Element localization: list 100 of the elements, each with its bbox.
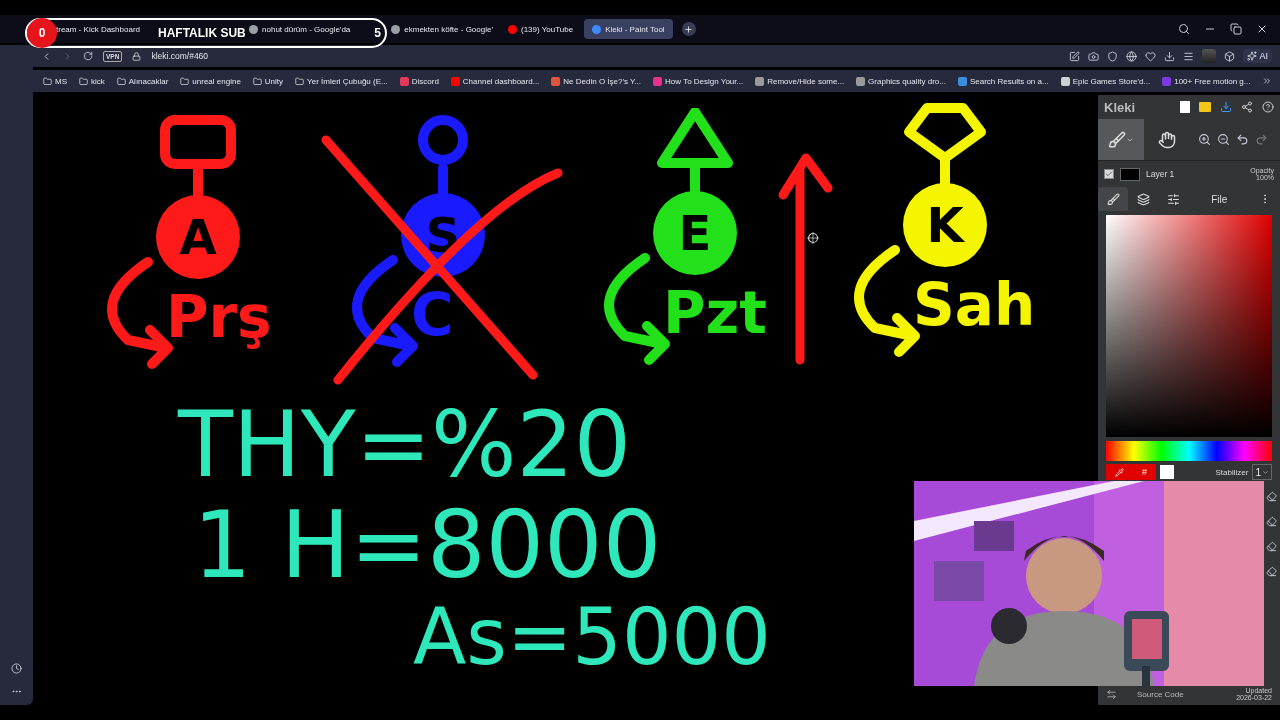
layer-visibility-checkbox[interactable] [1104, 169, 1114, 179]
browser-tab[interactable]: (139) YouTube [503, 19, 578, 39]
bookmark[interactable]: Ne Dedin O İşe?'s Y... [551, 76, 642, 86]
sparkle-icon [1247, 51, 1258, 61]
download-icon[interactable] [1164, 50, 1176, 62]
layers-icon [1137, 192, 1150, 206]
kleki-logo: Kleki [1104, 99, 1136, 115]
edit-icon[interactable] [1069, 50, 1081, 62]
swap-icon[interactable] [1106, 688, 1117, 700]
figure-letter: A [178, 208, 218, 266]
color-picker[interactable] [1106, 215, 1272, 437]
menu-icon[interactable] [1183, 50, 1195, 62]
bookmark[interactable]: How To Design Your... [653, 76, 744, 86]
secondary-color-swatch[interactable] [1160, 465, 1174, 479]
bookmark[interactable]: Discord [399, 76, 439, 86]
sliders-icon [1167, 192, 1181, 206]
figure-label: C [411, 280, 454, 350]
brush-icon [1106, 192, 1120, 206]
browser-tab[interactable]: nohut dürüm - Google'da [245, 19, 355, 39]
site-icon [1060, 76, 1070, 86]
layer-name[interactable]: Layer 1 [1146, 169, 1175, 179]
handwritten-note: 1 H=8000 [193, 500, 662, 592]
folder-icon [252, 76, 262, 86]
restore-icon[interactable] [1230, 23, 1242, 35]
site-icon [856, 76, 866, 86]
bookmark[interactable]: Graphics quality dro... [856, 76, 946, 86]
bookmark[interactable]: Search Results on a... [957, 76, 1049, 86]
tool-button[interactable] [1098, 119, 1144, 160]
eraser-icon[interactable] [1266, 516, 1277, 527]
handwritten-note: THY=%20 [178, 400, 632, 490]
url-field[interactable]: kleki.com/#460 [151, 51, 209, 61]
bookmark[interactable]: MS [43, 76, 67, 86]
search-icon[interactable] [1178, 23, 1190, 35]
eyedropper-icon [1115, 467, 1124, 477]
bookmark[interactable]: 100+ Free motion g... [1162, 76, 1251, 86]
stabilizer-label: Stabilizer [1215, 467, 1249, 477]
more-bookmarks-icon[interactable] [1262, 76, 1273, 86]
new-tab-button[interactable] [681, 22, 696, 36]
hand-icon [1158, 130, 1176, 149]
site-icon [1162, 76, 1172, 86]
overlay-title: HAFTALIK SUB [158, 26, 246, 40]
bookmark[interactable]: Epic Games Store'd... [1060, 76, 1151, 86]
camera-icon[interactable] [1088, 50, 1100, 62]
redo-icon[interactable] [1255, 133, 1268, 146]
undo-icon[interactable] [1236, 133, 1249, 146]
site-icon [755, 76, 765, 86]
help-icon[interactable] [1262, 101, 1274, 113]
primary-color-swatch[interactable]: # [1106, 464, 1156, 480]
clock-icon[interactable] [11, 663, 22, 674]
site-icon [957, 76, 967, 86]
stabilizer-select[interactable]: 1 [1252, 464, 1272, 480]
site-icon [551, 76, 561, 86]
plus-icon [684, 24, 694, 34]
site-icon [399, 76, 409, 86]
figure-letter: E [677, 204, 713, 262]
zoom-out-icon[interactable] [1217, 133, 1230, 146]
bookmark[interactable]: Yer İmleri Çubuğu (E... [295, 76, 388, 86]
share-icon[interactable] [1241, 101, 1253, 113]
layer-thumbnail [1120, 167, 1140, 181]
folder-icon [79, 76, 88, 86]
folder-icon [43, 76, 52, 86]
brush-cursor-icon [807, 232, 819, 244]
eraser-icon[interactable] [1266, 491, 1277, 502]
figure-label: Pzt [663, 278, 767, 348]
bookmark[interactable]: kick [79, 76, 105, 86]
browser-tab[interactable]: Kleki - Paint Tool [584, 19, 673, 39]
folder-icon [295, 76, 305, 86]
eraser-icon[interactable] [1266, 566, 1277, 577]
heart-icon[interactable] [1145, 50, 1157, 62]
cube-icon[interactable] [1224, 50, 1236, 62]
ai-button[interactable]: AI [1243, 49, 1272, 63]
color-spectrum[interactable] [1106, 441, 1272, 461]
source-code-link[interactable]: Source Code [1137, 689, 1184, 699]
handwritten-note: As=5000 [413, 598, 771, 676]
close-icon[interactable] [1256, 23, 1268, 35]
browser-tab[interactable]: ekmekten köfte - Google' [387, 19, 497, 39]
figure-label: Sah [913, 270, 1036, 340]
folder-icon [116, 76, 126, 86]
reload-icon[interactable] [83, 51, 93, 61]
site-icon [450, 76, 460, 86]
zoom-in-icon[interactable] [1198, 133, 1211, 146]
lock-icon [132, 51, 142, 61]
bookmark[interactable]: Channel dashboard... [450, 76, 540, 86]
brush-icon [1108, 130, 1126, 149]
sub-goal: 5 [374, 26, 381, 40]
sub-count: 0 [27, 18, 57, 48]
panel-tab[interactable] [1098, 187, 1129, 211]
eraser-icon[interactable] [1266, 541, 1277, 552]
bookmark[interactable]: Alınacaklar [116, 76, 169, 86]
panel-tab[interactable]: File [1189, 187, 1250, 211]
bookmark[interactable]: unreal engine [180, 76, 241, 86]
caret-icon [1262, 468, 1269, 476]
figure-label: Prş [166, 282, 272, 352]
site-icon [653, 76, 663, 86]
folder-icon [180, 76, 190, 86]
download-icon[interactable] [1220, 101, 1232, 113]
bookmark[interactable]: Unity [252, 76, 284, 86]
shield-icon[interactable] [1107, 50, 1119, 62]
bookmark[interactable]: Remove/Hide some... [755, 76, 845, 86]
globe-icon[interactable] [1126, 50, 1138, 62]
